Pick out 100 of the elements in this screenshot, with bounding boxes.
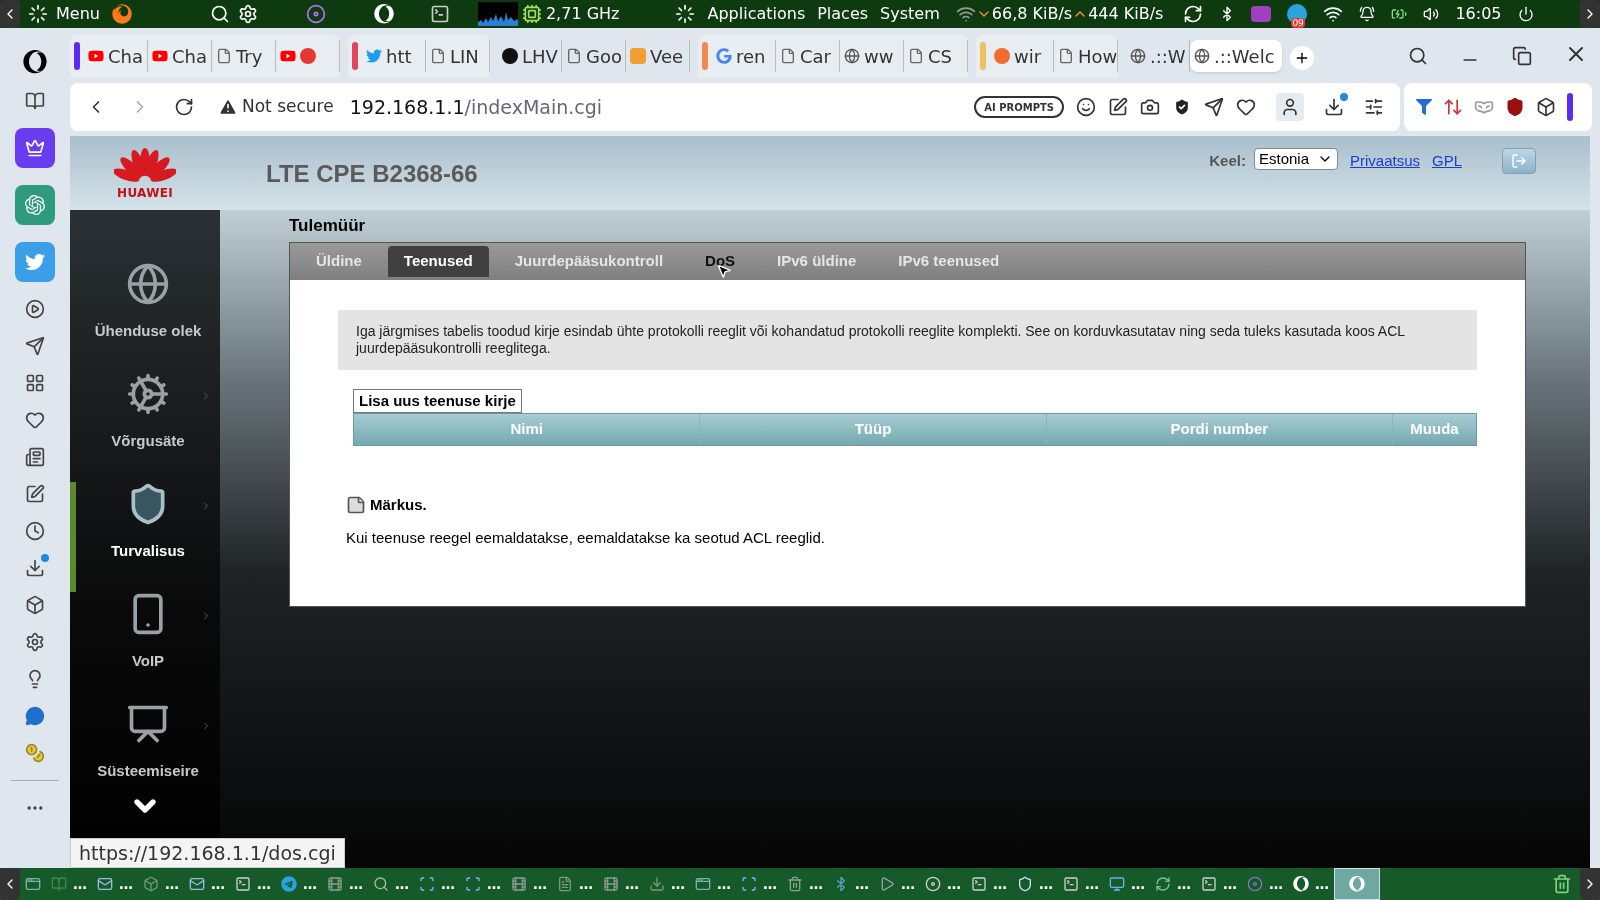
reload-icon[interactable] — [174, 97, 194, 117]
edit-icon[interactable] — [25, 484, 45, 504]
bird-button[interactable] — [15, 242, 55, 282]
browser-tab[interactable]: Try — [212, 40, 276, 72]
nav-item[interactable]: Ühenduse olek — [70, 262, 220, 372]
chat-ai-button[interactable] — [15, 185, 55, 225]
bell-icon[interactable] — [1359, 6, 1376, 22]
taskbar-item[interactable]: … — [552, 868, 598, 900]
camera-icon[interactable] — [1140, 97, 1160, 117]
restore-icon[interactable] — [1512, 46, 1532, 66]
taskbar-item[interactable] — [1334, 868, 1380, 900]
panel-right-button[interactable] — [1580, 0, 1600, 28]
panel-menu[interactable]: Places — [817, 2, 869, 26]
browser-tab[interactable]: Car — [776, 40, 840, 72]
search-icon[interactable] — [209, 4, 230, 24]
search-icon[interactable] — [1408, 46, 1428, 66]
opera-icon[interactable] — [23, 50, 47, 74]
add-service-button[interactable]: Lisa uus teenuse kirje — [353, 389, 522, 413]
settings-icon[interactable] — [25, 632, 45, 652]
nav-item[interactable]: VoIP — [70, 592, 220, 702]
chat-icon[interactable] — [25, 706, 45, 726]
menu-icon[interactable] — [28, 4, 48, 24]
grid-icon[interactable] — [25, 373, 45, 393]
group-marker[interactable] — [980, 42, 986, 70]
taskbar-left-button[interactable] — [0, 868, 20, 900]
trash-icon[interactable] — [1552, 874, 1572, 894]
menu-button[interactable]: Menu — [56, 2, 100, 26]
taskbar-item[interactable]: … — [276, 868, 322, 900]
funnel-icon[interactable] — [1416, 99, 1432, 115]
wifi-icon[interactable] — [1323, 4, 1344, 24]
taskbar-item[interactable]: … — [1058, 868, 1104, 900]
opera-icon[interactable] — [373, 4, 394, 24]
taskbar-item[interactable]: … — [1012, 868, 1058, 900]
taskbar-item[interactable]: … — [1104, 868, 1150, 900]
heart-icon[interactable] — [25, 410, 45, 430]
gears-icon[interactable] — [237, 4, 258, 24]
taskbar-item[interactable]: … — [1196, 868, 1242, 900]
browser-tab[interactable]: CS — [904, 40, 968, 72]
taskbar-item[interactable]: … — [644, 868, 690, 900]
coins-icon[interactable] — [25, 743, 45, 763]
taskbar-right-button[interactable] — [1580, 868, 1600, 900]
taskbar-item[interactable]: … — [46, 868, 92, 900]
heart-icon[interactable] — [1236, 97, 1256, 117]
taskbar-item[interactable]: … — [506, 868, 552, 900]
crown-button[interactable] — [15, 128, 55, 168]
browser-tab[interactable]: Vee — [626, 40, 690, 72]
terminal-icon[interactable] — [429, 4, 450, 24]
browser-tab[interactable]: Cha — [84, 40, 148, 72]
language-select[interactable]: Estonia — [1253, 148, 1338, 170]
taskbar-item[interactable]: … — [322, 868, 368, 900]
browser-tab[interactable]: ww — [840, 40, 904, 72]
sync-icon[interactable] — [1183, 4, 1204, 24]
panel-menu[interactable]: System — [880, 2, 940, 26]
taskbar-item[interactable]: … — [368, 868, 414, 900]
nav-item[interactable]: Võrgusäte — [70, 372, 220, 482]
browser-tab[interactable]: Cha — [148, 40, 212, 72]
download-icon[interactable] — [25, 558, 45, 578]
edit-icon[interactable] — [1108, 97, 1128, 117]
taskbar-item[interactable]: … — [1242, 868, 1288, 900]
taskbar-item[interactable]: … — [736, 868, 782, 900]
taskbar-item[interactable]: … — [184, 868, 230, 900]
battery-icon[interactable] — [1391, 6, 1408, 22]
browser-tab[interactable]: wir — [990, 40, 1054, 72]
browser-tab[interactable]: LIN — [426, 40, 490, 72]
arrows-icon[interactable] — [1443, 97, 1463, 117]
cube-icon[interactable] — [1536, 97, 1556, 117]
group-marker[interactable] — [74, 42, 80, 70]
power-icon[interactable] — [1517, 6, 1534, 22]
firefox-icon[interactable] — [111, 4, 132, 24]
group-marker[interactable] — [702, 42, 708, 70]
shield-icon[interactable] — [1505, 97, 1525, 117]
news-icon[interactable] — [25, 447, 45, 467]
volume-icon[interactable] — [1423, 6, 1440, 22]
taskbar-item[interactable]: … — [230, 868, 276, 900]
taskbar-item[interactable]: … — [414, 868, 460, 900]
nav-item[interactable]: Süsteemiseire — [70, 702, 220, 812]
cube-icon[interactable] — [25, 595, 45, 615]
taskbar-item[interactable]: … — [460, 868, 506, 900]
page-tab[interactable]: DoS — [689, 246, 752, 277]
taskbar-item[interactable]: … — [598, 868, 644, 900]
browser-tab[interactable]: LHV — [498, 40, 562, 72]
taskbar-item[interactable]: … — [92, 868, 138, 900]
book-icon[interactable] — [25, 91, 45, 111]
browser-tab[interactable]: Goo — [562, 40, 626, 72]
new-tab-button[interactable] — [1290, 46, 1314, 70]
smiley-icon[interactable] — [1076, 97, 1096, 117]
send-icon[interactable] — [1204, 97, 1224, 117]
clock-icon[interactable] — [25, 521, 45, 541]
taskbar-item[interactable]: … — [874, 868, 920, 900]
sliders-icon[interactable] — [1364, 97, 1384, 117]
taskbar-item[interactable]: … — [828, 868, 874, 900]
browser-tab[interactable]: How — [1054, 40, 1118, 72]
group-marker[interactable] — [352, 42, 358, 70]
taskbar-item[interactable]: … — [966, 868, 1012, 900]
taskbar-item[interactable]: … — [782, 868, 828, 900]
browser-tab[interactable]: .::Welc — [1190, 40, 1282, 72]
browser-tab[interactable]: ren — [712, 40, 776, 72]
download-icon[interactable] — [1324, 97, 1344, 117]
taskbar-item[interactable]: … — [138, 868, 184, 900]
header-link[interactable]: GPL — [1432, 150, 1462, 173]
